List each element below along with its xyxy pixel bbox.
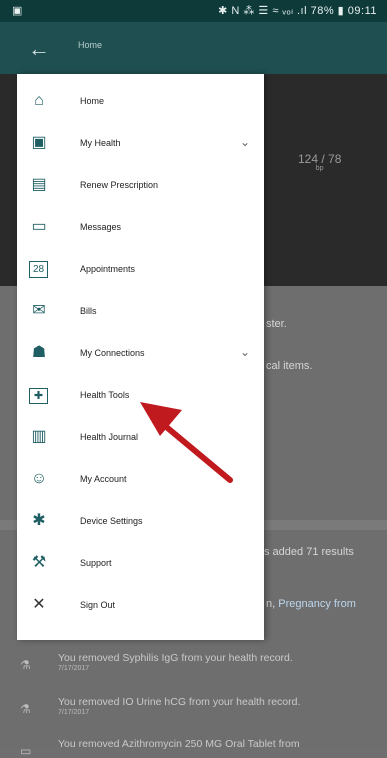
blood-pressure-value: 124 / 78	[298, 152, 342, 166]
annotation-arrow	[140, 402, 233, 483]
journal-icon: ▥	[31, 428, 47, 445]
menu-item-renew-prescription[interactable]: ▤ Renew Prescription	[17, 166, 264, 208]
chevron-down-icon[interactable]: ⌄	[240, 345, 250, 359]
menu-item-label: Home	[80, 96, 105, 106]
menu-item-label: Renew Prescription	[80, 180, 159, 190]
app-bar-title: Home	[78, 40, 103, 50]
app-bar: ← Home	[0, 22, 387, 74]
menu-item-messages[interactable]: ▭ Messages	[17, 208, 264, 250]
menu-item-device-settings[interactable]: ✱ Device Settings	[17, 502, 264, 544]
menu-item-label: My Health	[80, 138, 121, 148]
menu-item-my-connections[interactable]: ☗ My Connections ⌄	[17, 334, 264, 376]
annotation-arrow-shaft	[155, 417, 233, 483]
arrow-left-icon[interactable]: ←	[28, 36, 50, 62]
background-text: s added 71 results	[264, 546, 354, 558]
menu-item-support[interactable]: ⚒ Support	[17, 544, 264, 586]
background-text: cal items.	[266, 360, 313, 372]
pill-bottle-icon: ▤	[31, 176, 47, 193]
menu-item-label: Support	[80, 558, 112, 568]
menu-item-label: Health Tools	[80, 390, 130, 400]
activity-date: 7/17/2017	[58, 665, 90, 672]
photo-icon: ▣	[12, 5, 23, 17]
menu-item-label: My Account	[80, 474, 127, 484]
wrench-icon: ⚒	[31, 554, 47, 571]
background-link: Pregnancy from	[278, 598, 356, 610]
menu-item-appointments[interactable]: 28 Appointments	[17, 250, 264, 292]
medical-kit-icon: ✚	[29, 388, 48, 404]
menu-item-label: Appointments	[80, 264, 136, 274]
blood-pressure-unit: bp	[315, 165, 324, 172]
chevron-down-icon[interactable]: ⌄	[240, 135, 250, 149]
gear-icon: ✱	[32, 512, 46, 529]
people-icon: ☗	[31, 344, 47, 361]
menu-item-label: Device Settings	[80, 516, 143, 526]
close-icon: ✕	[32, 596, 46, 613]
menu-item-label: Sign Out	[80, 600, 116, 610]
lab-icon: ⚗	[20, 658, 31, 672]
menu-item-bills[interactable]: ✉ Bills	[17, 292, 264, 334]
activity-text: You removed IO Urine hCG from your healt…	[58, 696, 301, 708]
status-indicators: ✱ N ⁂ ☰ ≈ ᵥₒₗ .ıl 78% ▮ 09:11	[218, 5, 377, 17]
menu-item-my-health[interactable]: ▣ My Health ⌄	[17, 124, 264, 166]
menu-item-label: Bills	[80, 306, 97, 316]
menu-item-label: Messages	[80, 222, 122, 232]
calendar-icon: 28	[29, 261, 48, 278]
lab-icon: ⚗	[20, 702, 31, 716]
menu-item-home[interactable]: ⌂ Home	[17, 82, 264, 124]
background-text: n, Pregnancy from	[266, 598, 356, 610]
background-text: ster.	[266, 318, 287, 330]
clipboard-icon: ▣	[31, 134, 47, 151]
bill-icon: ✉	[32, 302, 46, 319]
background-text: n,	[266, 598, 279, 610]
medication-icon: ▭	[20, 744, 32, 758]
blood-pressure-reading: 124 / 78 bp	[298, 152, 341, 172]
menu-item-label: My Connections	[80, 348, 145, 358]
account-icon: ☺	[30, 470, 48, 487]
activity-text: You removed Azithromycin 250 MG Oral Tab…	[58, 738, 300, 750]
message-icon: ▭	[31, 218, 47, 235]
navigation-drawer: ⌂ Home ▣ My Health ⌄ ▤ Renew Prescriptio…	[17, 74, 264, 640]
home-icon: ⌂	[34, 92, 44, 109]
status-bar: ▣ ✱ N ⁂ ☰ ≈ ᵥₒₗ .ıl 78% ▮ 09:11	[0, 0, 387, 22]
menu-item-sign-out[interactable]: ✕ Sign Out	[17, 586, 264, 628]
activity-date: 7/17/2017	[58, 709, 90, 716]
activity-text: You removed Syphilis IgG from your healt…	[58, 652, 293, 664]
